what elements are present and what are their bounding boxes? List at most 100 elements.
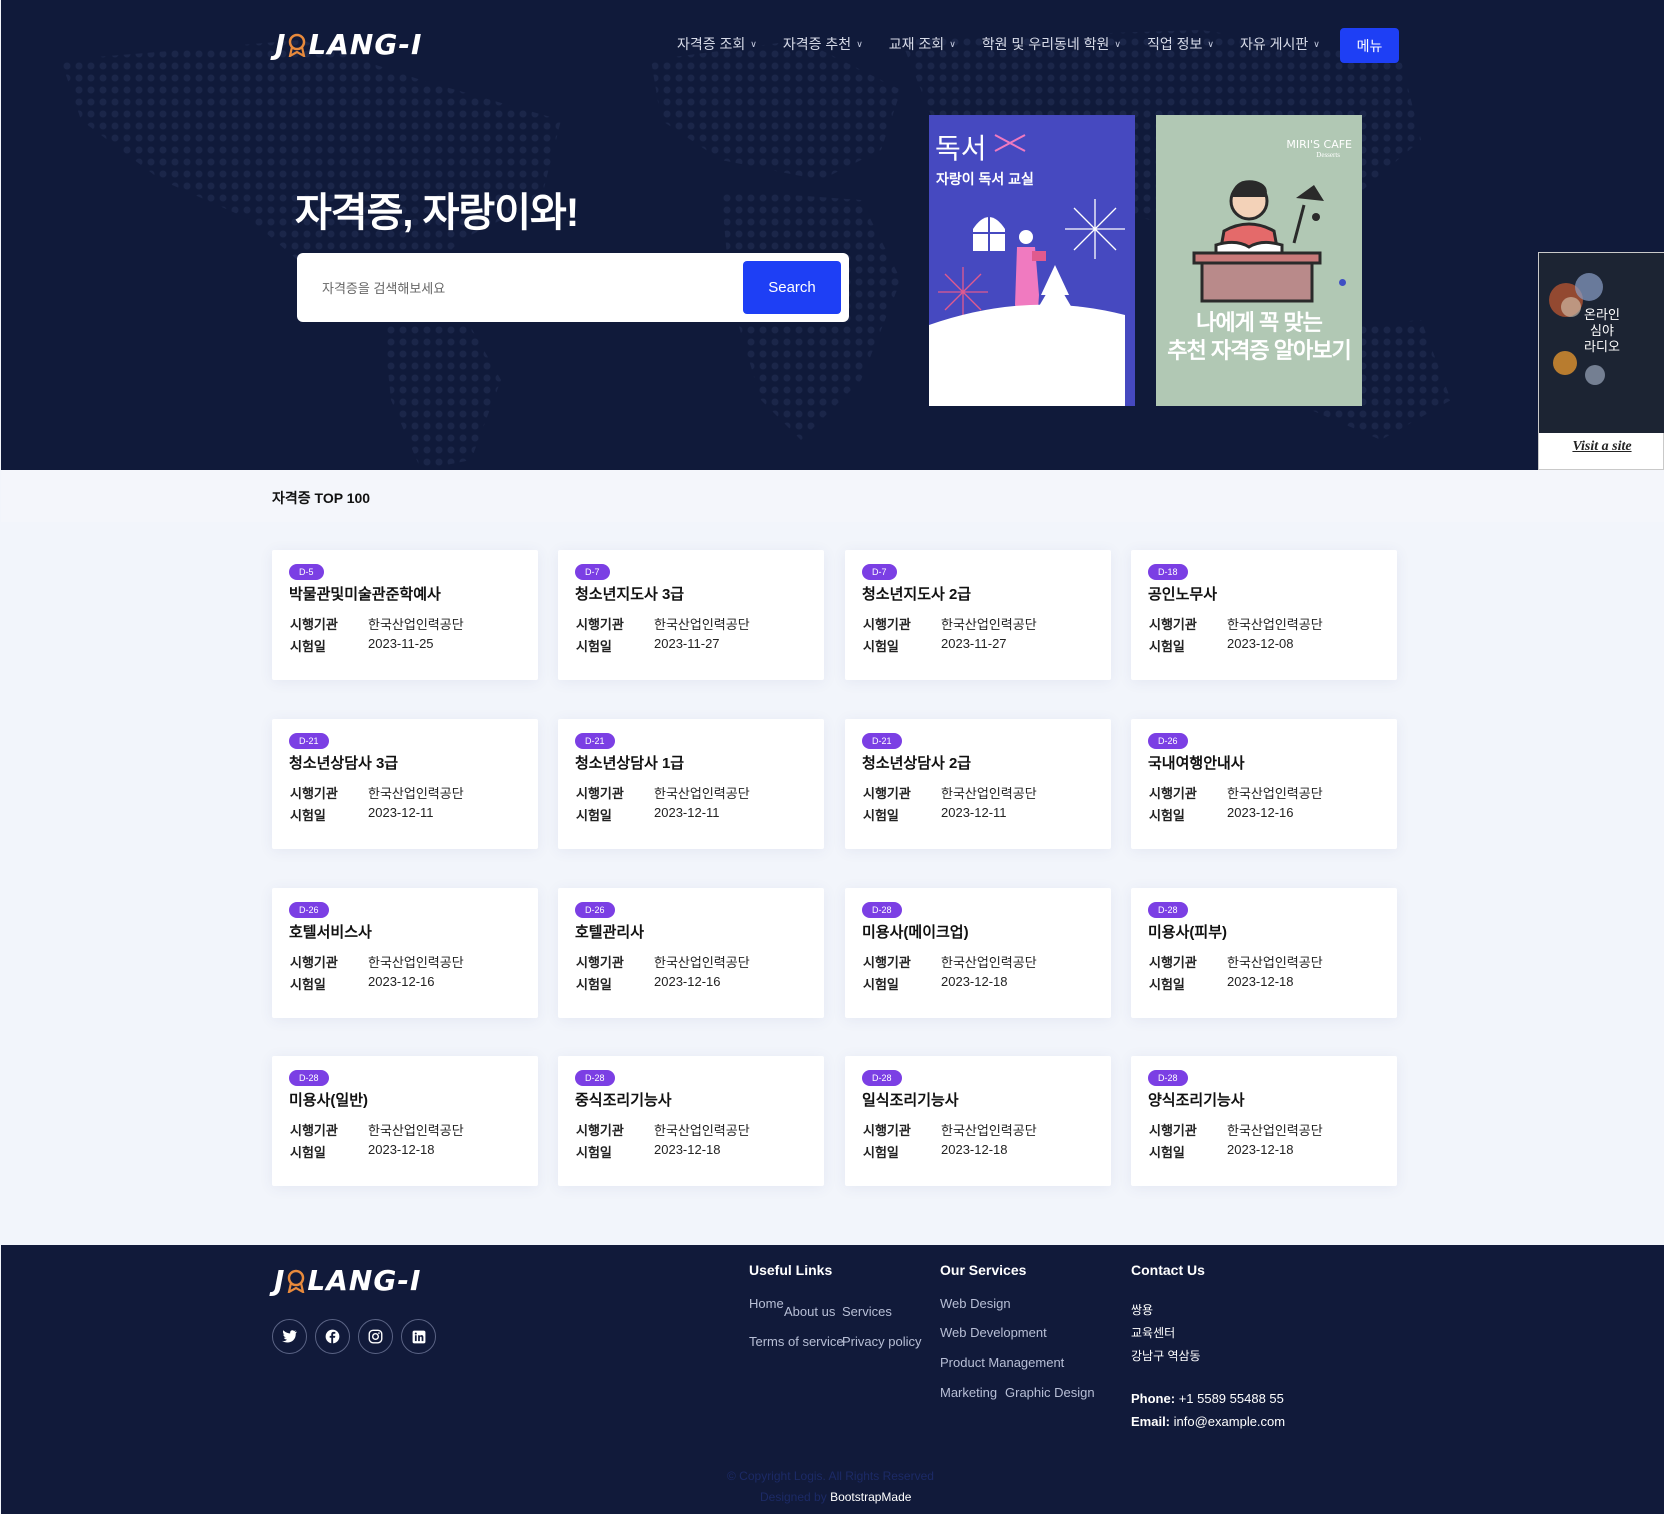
license-card[interactable]: D-7 청소년지도사 3급 시행기관 한국산업인력공단 시험일 2023-11-27 <box>558 550 824 680</box>
email: Email: info@example.com <box>1131 1414 1285 1429</box>
linkedin-button[interactable] <box>401 1319 436 1354</box>
dday-badge: D-18 <box>1148 564 1188 580</box>
license-name: 미용사(피부) <box>1148 924 1227 941</box>
nav-item-board[interactable]: 자유 게시판 ∨ <box>1240 34 1320 54</box>
org-label: 시행기관 <box>1149 955 1197 970</box>
radio-ad-image: 온라인 심야 라디오 <box>1539 253 1664 433</box>
date-value: 2023-11-25 <box>368 636 434 651</box>
date-label: 시험일 <box>576 1145 612 1160</box>
footer-service-web-dev[interactable]: Web Development <box>940 1325 1047 1340</box>
reading-class-poster[interactable]: 독서 자랑이 독서 교실 <box>929 115 1135 406</box>
org-label: 시행기관 <box>863 786 911 801</box>
dday-badge: D-21 <box>575 733 615 749</box>
license-card[interactable]: D-21 청소년상담사 3급 시행기관 한국산업인력공단 시험일 2023-12-11 <box>272 719 538 849</box>
license-name: 박물관및미술관준학예사 <box>289 586 441 603</box>
license-name: 양식조리기능사 <box>1148 1092 1245 1109</box>
org-label: 시행기관 <box>576 1123 624 1138</box>
license-card[interactable]: D-26 호텔관리사 시행기관 한국산업인력공단 시험일 2023-12-16 <box>558 888 824 1018</box>
org-label: 시행기관 <box>290 1123 338 1138</box>
search-input[interactable] <box>322 273 722 303</box>
dday-badge: D-28 <box>862 902 902 918</box>
recommend-poster[interactable]: MIRI'S CAFE Desserts 나에게 꼭 맞는 추천 자격증 알아보… <box>1156 115 1362 406</box>
section-header-bar <box>1 470 1664 522</box>
footer-link-privacy[interactable]: Privacy policy <box>842 1334 921 1349</box>
org-value: 한국산업인력공단 <box>368 1123 464 1138</box>
license-name: 청소년상담사 1급 <box>575 755 685 772</box>
org-value: 한국산업인력공단 <box>654 786 750 801</box>
footer-logo[interactable]: J LANG-I <box>274 1264 421 1297</box>
org-label: 시행기관 <box>290 786 338 801</box>
ad-text-2: 심야 <box>1590 323 1614 338</box>
poster-brand: MIRI'S CAFE <box>1286 138 1352 151</box>
menu-button[interactable]: 메뉴 <box>1340 28 1399 63</box>
poster-brand-sub: Desserts <box>1316 151 1340 159</box>
license-name: 청소년지도사 2급 <box>862 586 972 603</box>
license-card[interactable]: D-26 국내여행안내사 시행기관 한국산업인력공단 시험일 2023-12-16 <box>1131 719 1397 849</box>
license-card[interactable]: D-28 중식조리기능사 시행기관 한국산업인력공단 시험일 2023-12-18 <box>558 1056 824 1186</box>
dday-badge: D-28 <box>1148 902 1188 918</box>
license-card[interactable]: D-28 양식조리기능사 시행기관 한국산업인력공단 시험일 2023-12-18 <box>1131 1056 1397 1186</box>
carousel-dot[interactable] <box>1339 279 1346 286</box>
date-label: 시험일 <box>863 1145 899 1160</box>
date-value: 2023-12-08 <box>1227 636 1294 651</box>
dday-badge: D-21 <box>289 733 329 749</box>
date-value: 2023-12-18 <box>368 1142 435 1157</box>
license-card[interactable]: D-21 청소년상담사 2급 시행기관 한국산업인력공단 시험일 2023-12-11 <box>845 719 1111 849</box>
dday-badge: D-28 <box>862 1070 902 1086</box>
poster-subtitle: 자랑이 독서 교실 <box>936 171 1034 187</box>
org-label: 시행기관 <box>1149 786 1197 801</box>
nav-item-license-search[interactable]: 자격증 조회 ∨ <box>677 34 757 54</box>
date-label: 시험일 <box>290 977 326 992</box>
footer-service-graphic[interactable]: Graphic Design <box>1005 1385 1095 1400</box>
license-card[interactable]: D-28 일식조리기능사 시행기관 한국산업인력공단 시험일 2023-12-18 <box>845 1056 1111 1186</box>
date-value: 2023-12-18 <box>654 1142 721 1157</box>
org-label: 시행기관 <box>290 955 338 970</box>
twitter-button[interactable] <box>272 1319 307 1354</box>
footer-link-about[interactable]: About us <box>784 1304 835 1319</box>
date-value: 2023-12-16 <box>1227 805 1294 820</box>
email-value[interactable]: info@example.com <box>1174 1414 1285 1429</box>
side-ad[interactable]: 온라인 심야 라디오 Visit a site <box>1538 252 1664 470</box>
twitter-icon <box>282 1330 297 1343</box>
chevron-down-icon: ∨ <box>1313 38 1320 49</box>
footer-link-home[interactable]: Home <box>749 1296 784 1311</box>
license-card[interactable]: D-18 공인노무사 시행기관 한국산업인력공단 시험일 2023-12-08 <box>1131 550 1397 680</box>
facebook-button[interactable] <box>315 1319 350 1354</box>
license-card[interactable]: D-28 미용사(메이크업) 시행기관 한국산업인력공단 시험일 2023-12-18 <box>845 888 1111 1018</box>
studying-person-illustration <box>1192 180 1324 303</box>
nav-item-academy[interactable]: 학원 및 우리동네 학원 ∨ <box>982 34 1121 54</box>
footer-link-terms[interactable]: Terms of service <box>749 1334 844 1349</box>
license-name: 일식조리기능사 <box>862 1092 959 1109</box>
license-card[interactable]: D-5 박물관및미술관준학예사 시행기관 한국산업인력공단 시험일 2023-11-25 <box>272 550 538 680</box>
license-name: 청소년지도사 3급 <box>575 586 685 603</box>
search-box: Search <box>297 253 849 322</box>
nav-item-textbook[interactable]: 교재 조회 ∨ <box>889 34 956 54</box>
phone-label: Phone: <box>1131 1391 1176 1406</box>
nav-item-job-info[interactable]: 직업 정보 ∨ <box>1147 34 1214 54</box>
license-card[interactable]: D-28 미용사(일반) 시행기관 한국산업인력공단 시험일 2023-12-18 <box>272 1056 538 1186</box>
footer-service-marketing[interactable]: Marketing <box>940 1385 997 1400</box>
license-card[interactable]: D-21 청소년상담사 1급 시행기관 한국산업인력공단 시험일 2023-12-11 <box>558 719 824 849</box>
license-card[interactable]: D-28 미용사(피부) 시행기관 한국산업인력공단 시험일 2023-12-18 <box>1131 888 1397 1018</box>
dday-badge: D-5 <box>289 564 324 580</box>
license-card[interactable]: D-7 청소년지도사 2급 시행기관 한국산업인력공단 시험일 2023-11-27 <box>845 550 1111 680</box>
footer-link-services[interactable]: Services <box>842 1304 892 1319</box>
date-label: 시험일 <box>863 639 899 654</box>
footer-service-product[interactable]: Product Management <box>940 1355 1064 1370</box>
visit-site-link[interactable]: Visit a site <box>1539 439 1664 455</box>
instagram-button[interactable] <box>358 1319 393 1354</box>
logo[interactable]: J LANG-I <box>275 28 422 61</box>
license-name: 미용사(메이크업) <box>862 924 969 941</box>
hero-section: J LANG-I 자격증 조회 ∨ 자격증 추천 ∨ 교재 조회 ∨ 학원 및 우리동… <box>1 0 1664 470</box>
contact-us-title: Contact Us <box>1131 1262 1205 1278</box>
address-line-1: 쌍용 <box>1131 1303 1154 1317</box>
license-card[interactable]: D-26 호텔서비스사 시행기관 한국산업인력공단 시험일 2023-12-16 <box>272 888 538 1018</box>
date-value: 2023-11-27 <box>941 636 1007 651</box>
nav-item-license-recommend[interactable]: 자격증 추천 ∨ <box>783 34 863 54</box>
org-value: 한국산업인력공단 <box>654 1123 750 1138</box>
designer-link[interactable]: BootstrapMade <box>830 1490 911 1504</box>
footer-service-web-design[interactable]: Web Design <box>940 1296 1011 1311</box>
winter-reading-illustration <box>929 199 1125 406</box>
search-button[interactable]: Search <box>743 261 841 314</box>
date-label: 시험일 <box>576 977 612 992</box>
